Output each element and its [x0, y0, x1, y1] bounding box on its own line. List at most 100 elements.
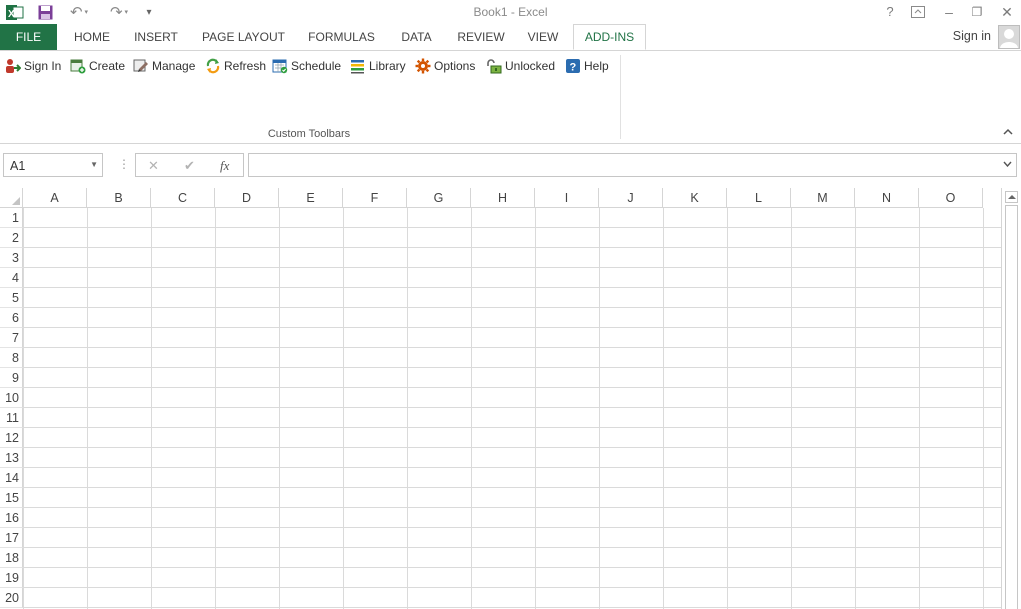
refresh-icon [205, 58, 221, 74]
manage-icon [133, 58, 149, 74]
formula-bar-buttons: ✕ ✔ fx [135, 153, 244, 177]
help-button[interactable]: ? Help [565, 56, 609, 76]
library-icon [350, 58, 366, 74]
name-box[interactable]: A1 ▼ [3, 153, 103, 177]
options-label: Options [434, 59, 476, 73]
avatar[interactable] [998, 25, 1020, 49]
refresh-label: Refresh [224, 59, 267, 73]
formula-bar-grip-icon[interactable]: ⋮ [118, 157, 130, 171]
row-header[interactable]: 19 [0, 568, 23, 588]
tab-view[interactable]: VIEW [519, 24, 567, 50]
column-header[interactable]: M [791, 188, 855, 208]
column-header[interactable]: C [151, 188, 215, 208]
enter-check-icon[interactable]: ✔ [184, 158, 195, 174]
title-bar: X ↶ ▾ ↷ ▾ ▾ Book1 - Excel ? – ❐ ✕ [0, 0, 1021, 24]
manage-button[interactable]: Manage [133, 56, 195, 76]
scrollbar-thumb[interactable] [1005, 205, 1018, 609]
ribbon-group-label: Custom Toolbars [267, 128, 351, 140]
tab-data[interactable]: DATA [390, 24, 443, 50]
tab-insert[interactable]: INSERT [127, 24, 185, 50]
column-header[interactable]: H [471, 188, 535, 208]
vertical-scrollbar[interactable] [1001, 188, 1021, 609]
help-question-icon[interactable]: ? [879, 2, 901, 22]
row-header[interactable]: 5 [0, 288, 23, 308]
expand-formula-bar-icon[interactable] [1003, 160, 1012, 169]
row-header[interactable]: 11 [0, 408, 23, 428]
sign-in-icon [5, 58, 22, 74]
row-header[interactable]: 18 [0, 548, 23, 568]
sign-in-button[interactable]: Sign In [5, 56, 61, 76]
column-header[interactable]: I [535, 188, 599, 208]
row-header[interactable]: 6 [0, 308, 23, 328]
row-header[interactable]: 10 [0, 388, 23, 408]
close-icon[interactable]: ✕ [996, 2, 1018, 22]
tab-formulas[interactable]: FORMULAS [301, 24, 382, 50]
create-icon [70, 58, 86, 74]
column-header[interactable]: K [663, 188, 727, 208]
tab-file[interactable]: FILE [0, 24, 57, 50]
unlocked-button[interactable]: Unlocked [486, 56, 555, 76]
row-header[interactable]: 3 [0, 248, 23, 268]
column-header[interactable]: O [919, 188, 983, 208]
restore-icon[interactable]: ❐ [966, 2, 988, 22]
tab-review[interactable]: REVIEW [452, 24, 510, 50]
schedule-icon [272, 58, 288, 74]
insert-function-icon[interactable]: fx [220, 158, 229, 174]
row-header[interactable]: 13 [0, 448, 23, 468]
row-header[interactable]: 20 [0, 588, 23, 608]
library-label: Library [369, 59, 406, 73]
column-header[interactable]: F [343, 188, 407, 208]
name-box-dropdown-icon[interactable]: ▼ [90, 160, 98, 169]
row-header[interactable]: 17 [0, 528, 23, 548]
row-header[interactable]: 16 [0, 508, 23, 528]
unlocked-label: Unlocked [505, 59, 556, 73]
column-header[interactable]: E [279, 188, 343, 208]
row-header[interactable]: 2 [0, 228, 23, 248]
options-button[interactable]: Options [415, 56, 475, 76]
minimize-icon[interactable]: – [938, 2, 960, 22]
column-header[interactable]: A [23, 188, 87, 208]
sign-in-label: Sign In [24, 59, 62, 73]
column-header[interactable]: D [215, 188, 279, 208]
scroll-up-arrow-icon[interactable] [1005, 191, 1018, 203]
row-header[interactable]: 12 [0, 428, 23, 448]
collapse-ribbon-icon[interactable] [1003, 127, 1013, 138]
row-header[interactable]: 7 [0, 328, 23, 348]
manage-label: Manage [152, 59, 196, 73]
help-label: Help [584, 59, 609, 73]
row-header[interactable]: 9 [0, 368, 23, 388]
select-all-corner[interactable] [0, 188, 23, 208]
cell-area[interactable] [23, 208, 1001, 609]
svg-text:?: ? [570, 62, 577, 74]
cancel-entry-icon[interactable]: ✕ [148, 158, 159, 174]
ribbon-panel: Sign In Create Manage Refresh Schedule L… [0, 51, 1021, 144]
row-header[interactable]: 15 [0, 488, 23, 508]
tab-home[interactable]: HOME [64, 24, 120, 50]
help-icon: ? [565, 58, 581, 74]
refresh-button[interactable]: Refresh [205, 56, 266, 76]
formula-input[interactable] [248, 153, 1017, 177]
column-header[interactable]: L [727, 188, 791, 208]
tab-page-layout[interactable]: PAGE LAYOUT [195, 24, 292, 50]
tab-add-ins[interactable]: ADD-INS [573, 24, 646, 50]
row-header[interactable]: 4 [0, 268, 23, 288]
create-button[interactable]: Create [70, 56, 125, 76]
ribbon-display-options-icon[interactable] [907, 2, 929, 22]
ribbon-group-separator [620, 55, 621, 139]
unlocked-icon [486, 58, 502, 74]
account-sign-in-link[interactable]: Sign in [953, 29, 991, 43]
row-header[interactable]: 14 [0, 468, 23, 488]
row-header[interactable]: 8 [0, 348, 23, 368]
row-header[interactable]: 1 [0, 208, 23, 228]
column-header[interactable]: B [87, 188, 151, 208]
worksheet-grid: ABCDEFGHIJKLMNO 1 2 3 4 5 6 7 8 9 10 11 12 13 14 15 16 1… [0, 188, 1021, 609]
column-header[interactable]: G [407, 188, 471, 208]
options-gear-icon [415, 58, 431, 74]
library-button[interactable]: Library [350, 56, 406, 76]
column-header[interactable]: J [599, 188, 663, 208]
create-label: Create [89, 59, 126, 73]
column-header[interactable]: N [855, 188, 919, 208]
window-title: Book1 - Excel [473, 5, 548, 19]
schedule-button[interactable]: Schedule [272, 56, 341, 76]
name-box-value: A1 [10, 159, 26, 173]
